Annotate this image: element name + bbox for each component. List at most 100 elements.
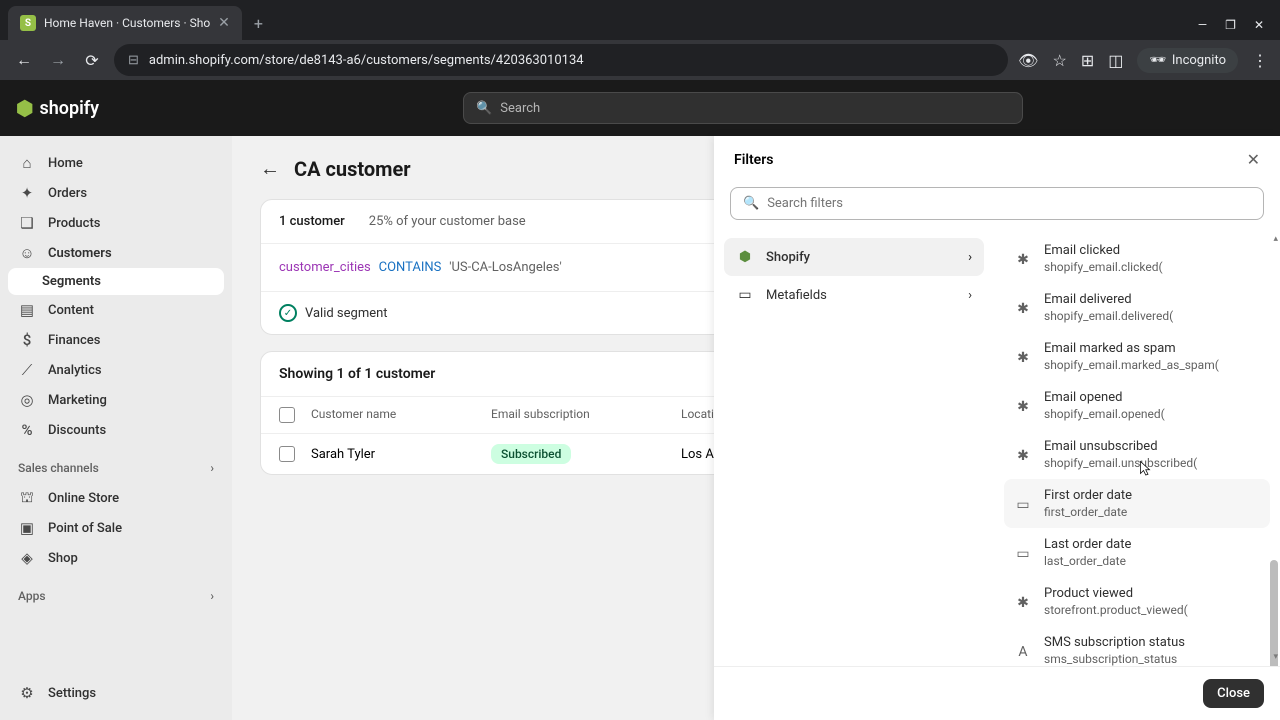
close-window-icon[interactable]: ✕	[1254, 18, 1264, 32]
sidebar-item-label: Segments	[42, 274, 101, 289]
burst-icon: ✱	[1014, 294, 1032, 323]
url-bar[interactable]: ⊟ admin.shopify.com/store/de8143-a6/cust…	[114, 44, 1008, 76]
filter-item-email-unsubscribed[interactable]: ✱Email unsubscribedshopify_email.unsubsc…	[1004, 430, 1270, 479]
reload-icon[interactable]: ⟳	[80, 51, 104, 70]
tab-title: Home Haven · Customers · Sho	[44, 16, 210, 30]
orders-icon: ✦	[18, 184, 36, 202]
filter-search-input[interactable]	[767, 196, 1251, 211]
shopify-logo[interactable]: ⬢ shopify	[16, 96, 99, 120]
apps-header[interactable]: Apps›	[8, 581, 224, 611]
back-icon[interactable]: ←	[12, 50, 36, 70]
subscription-badge: Subscribed	[491, 444, 571, 464]
analytics-icon: ⟋	[18, 361, 36, 379]
search-icon: 🔍	[743, 196, 759, 211]
burst-icon: ✱	[1014, 392, 1032, 421]
new-tab-button[interactable]: +	[242, 6, 275, 40]
bookmark-icon[interactable]: ☆	[1052, 51, 1066, 70]
incognito-badge[interactable]: 🕶 Incognito	[1137, 48, 1238, 73]
sidebar-item-analytics[interactable]: ⟋Analytics	[8, 355, 224, 385]
sidebar-item-segments[interactable]: Segments	[8, 268, 224, 295]
filter-categories: ⬢ Shopify › ▭Metafields ›	[714, 230, 994, 666]
scrollbar-thumb[interactable]	[1270, 560, 1278, 666]
filter-item-first-order-date[interactable]: ▭First order datefirst_order_date	[1004, 479, 1270, 528]
row-checkbox[interactable]	[279, 446, 295, 462]
filter-item-product-viewed[interactable]: ✱Product viewedstorefront.product_viewed…	[1004, 577, 1270, 626]
shopify-bag-icon: ⬢	[736, 248, 754, 266]
column-header-subscription[interactable]: Email subscription	[491, 407, 681, 423]
sidebar-item-label: Discounts	[48, 423, 106, 438]
eye-off-icon[interactable]: 👁	[1018, 51, 1038, 70]
minimize-icon[interactable]: —	[1198, 18, 1207, 32]
sidebar: ⌂Home ✦ Orders ❑Products ☺ Customers Segme…	[0, 136, 232, 720]
calendar-icon: ▭	[1014, 490, 1032, 519]
sidebar-item-shop[interactable]: ◈Shop	[8, 543, 224, 573]
filter-item-email-opened[interactable]: ✱Email openedshopify_email.opened(	[1004, 381, 1270, 430]
url-text: admin.shopify.com/store/de8143-a6/custom…	[149, 53, 584, 68]
burst-icon: ✱	[1014, 441, 1032, 470]
sidebar-item-online-store[interactable]: ⛫ Online Store	[8, 483, 224, 513]
sidebar-item-orders[interactable]: ✦ Orders	[8, 178, 224, 208]
filter-item-sms-subscription[interactable]: ASMS subscription statussms_subscription…	[1004, 626, 1270, 666]
burst-icon: ✱	[1014, 343, 1032, 372]
sidebar-item-label: Online Store	[48, 491, 119, 506]
sidebar-item-products[interactable]: ❑Products	[8, 208, 224, 238]
search-icon: 🔍	[476, 101, 492, 116]
menu-icon[interactable]: ⋮	[1252, 51, 1268, 70]
search-placeholder: Search	[500, 101, 540, 116]
scroll-up-icon[interactable]: ▴	[1273, 234, 1278, 244]
sidebar-item-label: Content	[48, 303, 94, 318]
side-panel-icon[interactable]: ◫	[1108, 51, 1123, 70]
calendar-icon: ▭	[1014, 539, 1032, 568]
sidebar-item-label: Orders	[48, 186, 87, 201]
sidebar-item-settings[interactable]: ⚙Settings	[8, 678, 224, 708]
shopify-icon: ⬢	[16, 96, 33, 120]
extensions-icon[interactable]: ⊞	[1081, 51, 1094, 70]
column-header-name[interactable]: Customer name	[311, 407, 491, 423]
customer-base-pct: 25% of your customer base	[369, 214, 526, 229]
filter-search[interactable]: 🔍	[730, 187, 1264, 220]
back-arrow-icon[interactable]: ←	[260, 156, 280, 181]
sidebar-item-label: Home	[48, 156, 83, 171]
marketing-icon: ◎	[18, 391, 36, 409]
chevron-right-icon: ›	[968, 288, 972, 303]
global-search[interactable]: 🔍 Search	[463, 92, 1023, 124]
shop-icon: ◈	[18, 549, 36, 567]
sidebar-item-marketing[interactable]: ◎Marketing	[8, 385, 224, 415]
sidebar-item-label: Finances	[48, 333, 100, 348]
site-info-icon[interactable]: ⊟	[128, 53, 139, 68]
sidebar-item-discounts[interactable]: %Discounts	[8, 415, 224, 445]
window-controls: — ❐ ✕	[1198, 10, 1272, 40]
filter-item-email-spam[interactable]: ✱Email marked as spamshopify_email.marke…	[1004, 332, 1270, 381]
close-button[interactable]: Close	[1203, 679, 1264, 708]
sales-channels-header[interactable]: Sales channels›	[8, 453, 224, 483]
pos-icon: ▣	[18, 519, 36, 537]
sidebar-item-label: Customers	[48, 246, 112, 261]
category-label: Shopify	[766, 250, 810, 265]
filter-item-email-delivered[interactable]: ✱Email deliveredshopify_email.delivered(	[1004, 283, 1270, 332]
scroll-down-icon[interactable]: ▾	[1273, 652, 1278, 662]
page-title: CA customer	[294, 157, 411, 181]
sidebar-item-home[interactable]: ⌂Home	[8, 148, 224, 178]
sidebar-item-content[interactable]: ▤Content	[8, 295, 224, 325]
filter-category-shopify[interactable]: ⬢Shopify ›	[724, 238, 984, 276]
filter-item-email-clicked[interactable]: ✱Email clickedshopify_email.clicked(	[1004, 234, 1270, 283]
sidebar-item-customers[interactable]: ☺ Customers	[8, 238, 224, 268]
filter-list[interactable]: ▴ ✱Email clickedshopify_email.clicked( ✱…	[994, 230, 1280, 666]
sidebar-item-pos[interactable]: ▣ Point of Sale	[8, 513, 224, 543]
panel-title: Filters	[734, 152, 773, 168]
select-all-checkbox[interactable]	[279, 407, 295, 423]
maximize-icon[interactable]: ❐	[1225, 18, 1236, 32]
close-icon[interactable]: ✕	[1247, 150, 1260, 169]
forward-icon[interactable]: →	[46, 50, 70, 70]
finances-icon: $	[18, 331, 36, 349]
burst-icon: ✱	[1014, 588, 1032, 617]
customers-icon: ☺	[18, 244, 36, 262]
browser-tab[interactable]: S Home Haven · Customers · Sho ✕	[8, 6, 242, 40]
filter-category-metafields[interactable]: ▭Metafields ›	[724, 276, 984, 314]
close-icon[interactable]: ✕	[218, 15, 230, 31]
sidebar-item-finances[interactable]: $ Finances	[8, 325, 224, 355]
metafields-icon: ▭	[736, 286, 754, 304]
store-icon: ⛫	[18, 489, 36, 507]
sidebar-item-label: Point of Sale	[48, 521, 122, 536]
filter-item-last-order-date[interactable]: ▭Last order datelast_order_date	[1004, 528, 1270, 577]
